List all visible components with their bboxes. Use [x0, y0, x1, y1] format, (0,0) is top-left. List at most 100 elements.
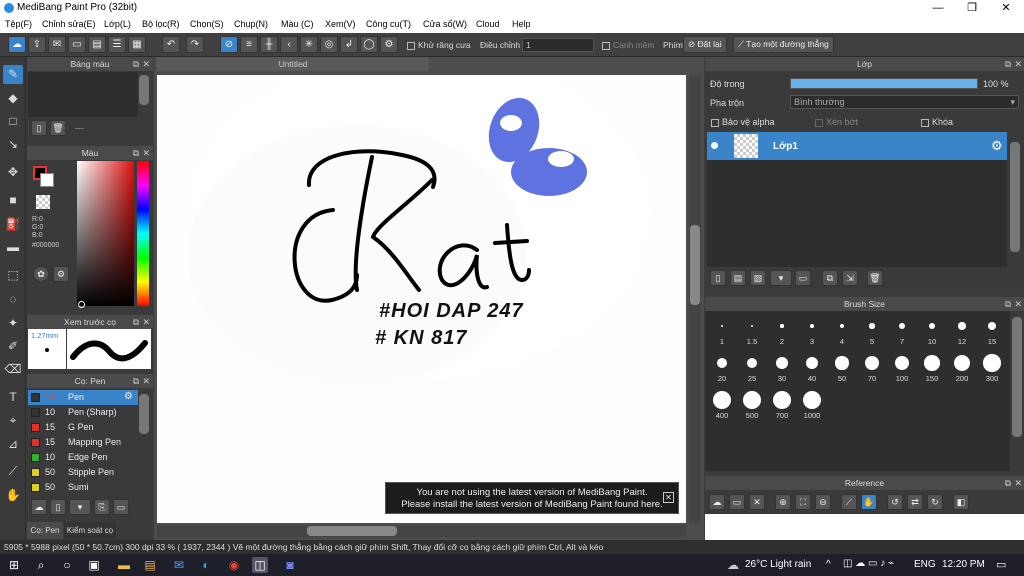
dropper-tool-icon[interactable]: ⟋ [3, 462, 23, 481]
layer-scrollbar[interactable] [1010, 142, 1020, 252]
expand-icon[interactable]: ⧉ [1005, 476, 1011, 490]
brush-cloud-icon[interactable]: ☁ [31, 499, 47, 515]
horizontal-scroll-thumb[interactable] [307, 526, 397, 536]
hue-slider[interactable] [137, 161, 149, 306]
vertical-scroll-thumb[interactable] [690, 225, 700, 305]
ref-close-icon[interactable]: ✕ [749, 494, 765, 510]
antialias-checkbox[interactable] [407, 41, 415, 50]
duplicate-layer-icon[interactable]: ⧉ [822, 270, 838, 286]
transparent-color-swatch[interactable] [36, 195, 50, 209]
close-notice-icon[interactable]: ✕ [663, 492, 674, 503]
brush-item-mapping-pen[interactable]: 15 Mapping Pen [28, 435, 138, 450]
radial-snap-icon[interactable]: ✳ [300, 36, 318, 53]
brush-size-option[interactable]: 40 [798, 352, 826, 383]
task-view-icon[interactable]: ○ [59, 557, 75, 573]
edge-icon[interactable]: ◐ [198, 557, 214, 573]
saturation-brightness-picker[interactable] [77, 161, 134, 306]
vertical-scrollbar[interactable] [689, 75, 701, 523]
lock-checkbox[interactable] [921, 118, 929, 127]
zoom-out-icon[interactable]: ⊖ [815, 494, 831, 510]
circle-snap-icon[interactable]: ◎ [320, 36, 338, 53]
brush-size-option[interactable]: 1.5 [738, 315, 766, 346]
document-icon[interactable]: ▤ [88, 36, 106, 53]
menu-view[interactable]: Xem(V) [325, 19, 356, 29]
brush-size-option[interactable]: 10 [918, 315, 946, 346]
text-tool-icon[interactable]: T [3, 388, 23, 407]
widgets-icon[interactable]: ▣ [86, 557, 102, 573]
expand-icon[interactable]: ⧉ [133, 374, 139, 388]
brush-folder-icon[interactable]: ▭ [113, 499, 129, 515]
brush-size-option[interactable]: 300 [978, 352, 1006, 383]
brush-item-pen-sharp[interactable]: 10 Pen (Sharp) [28, 405, 138, 420]
expand-icon[interactable]: ⧉ [1005, 297, 1011, 311]
blend-mode-select[interactable]: Bình thường ▾ [790, 95, 1019, 109]
new-8bit-layer-icon[interactable]: ▧ [750, 270, 766, 286]
expand-icon[interactable]: ⧉ [133, 315, 139, 329]
brush-menu-icon[interactable]: ▾ [69, 499, 91, 515]
new-halftone-layer-icon[interactable]: ▤ [730, 270, 746, 286]
ellipse-snap-icon[interactable]: ◯ [360, 36, 378, 53]
close-icon[interactable]: ✕ [142, 57, 150, 71]
brush-size-option[interactable]: 150 [918, 352, 946, 383]
flip-icon[interactable]: ⇄ [907, 494, 923, 510]
medibang-taskbar-icon[interactable]: ◫ [252, 557, 268, 573]
brush-item-sumi[interactable]: 50 Sumi [28, 480, 138, 495]
menu-capture[interactable]: Chụp(N) [234, 19, 268, 29]
brush-list-scrollbar[interactable] [139, 394, 149, 434]
chat-icon[interactable]: ▭ [68, 36, 86, 53]
chrome-icon[interactable]: ◉ [226, 557, 242, 573]
crosshair-snap-icon[interactable]: ╫ [260, 36, 278, 53]
parallel-snap-icon[interactable]: ≡ [240, 36, 258, 53]
brush-item-stipple-pen[interactable]: 50 Stipple Pen [28, 465, 138, 480]
brush-size-option[interactable]: 3 [798, 315, 826, 346]
expand-icon[interactable]: ⧉ [133, 57, 139, 71]
color-wheel-icon[interactable]: ✿ [33, 266, 49, 282]
windows-start-icon[interactable]: ⊞ [6, 557, 22, 573]
comment-icon[interactable]: ✉ [48, 36, 66, 53]
menu-help[interactable]: Help [512, 19, 531, 29]
close-icon[interactable]: ✕ [1014, 476, 1022, 490]
horizontal-scrollbar[interactable] [157, 525, 686, 537]
brush-size-option[interactable]: 1000 [798, 389, 826, 420]
brush-item-pen[interactable]: 15 Pen ⚙ [28, 390, 138, 405]
background-color-swatch[interactable] [40, 173, 54, 187]
brush-size-option[interactable]: 5 [858, 315, 886, 346]
menu-tools[interactable]: Công cụ(T) [366, 19, 411, 29]
fill-rect-tool-icon[interactable]: ■ [3, 191, 23, 210]
brush-size-option[interactable]: 20 [708, 352, 736, 383]
undo-icon[interactable]: ↶ [162, 36, 180, 53]
color-settings-icon[interactable]: ⚙ [53, 266, 69, 282]
search-icon[interactable]: ⌕ [33, 557, 49, 573]
gradient-tool-icon[interactable]: ▬ [3, 238, 23, 257]
rectangle-tool-icon[interactable]: □ [3, 112, 23, 131]
eyedropper-tool-icon[interactable]: ⊿ [3, 435, 23, 454]
menu-cloud[interactable]: Cloud [476, 19, 500, 29]
brush-item-g-pen[interactable]: 15 G Pen [28, 420, 138, 435]
menu-color[interactable]: Màu (C) [281, 19, 314, 29]
redo-icon[interactable]: ↷ [186, 36, 204, 53]
close-icon[interactable]: ✕ [1014, 297, 1022, 311]
eye-icon[interactable] [711, 142, 718, 149]
minimize-button[interactable]: — [921, 0, 955, 17]
close-icon[interactable]: ✕ [142, 374, 150, 388]
brush-size-option[interactable]: 30 [768, 352, 796, 383]
reference-view[interactable] [705, 514, 1024, 540]
reset-button[interactable]: ⊘ Đặt lại [683, 36, 727, 53]
store-icon[interactable]: ▤ [142, 557, 158, 573]
expand-icon[interactable]: ⧉ [133, 146, 139, 160]
new-layer-icon[interactable]: ▯ [710, 270, 726, 286]
tray-chevron-icon[interactable]: ^ [826, 559, 831, 570]
brush-size-option[interactable]: 2 [768, 315, 796, 346]
brush-size-scrollbar[interactable] [1012, 317, 1022, 437]
tray-icons[interactable]: ◫ ☁ ▭ ♪ ⌁ [843, 558, 894, 569]
adjust-select[interactable]: 1 [522, 38, 594, 52]
menu-select[interactable]: Chọn(S) [190, 19, 224, 29]
canvas[interactable]: #HOI DAP 247 # KN 817 [157, 75, 686, 523]
list-icon[interactable]: ☰ [108, 36, 126, 53]
zoom-in-icon[interactable]: ⊕ [775, 494, 791, 510]
clip-checkbox[interactable] [815, 118, 823, 127]
pen-tool-icon[interactable]: ✎ [3, 65, 23, 84]
lasso-tool-icon[interactable]: ◌ [3, 290, 23, 309]
menu-layer[interactable]: Lớp(L) [104, 19, 131, 29]
magic-wand-tool-icon[interactable]: ✦ [3, 314, 23, 333]
